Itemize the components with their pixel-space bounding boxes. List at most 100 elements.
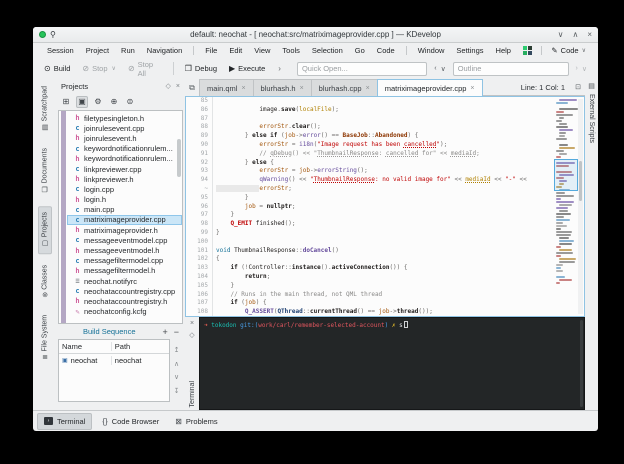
sidebar-tab-file-system[interactable]: ≣File System [39, 310, 51, 365]
header-file-icon: h [74, 267, 81, 275]
editor-scrollbar[interactable] [578, 99, 583, 314]
menu-separator [406, 46, 407, 55]
remove-build-item-button[interactable]: − [174, 327, 179, 337]
classes-icon: ⊚ [42, 292, 48, 300]
document-tab[interactable]: main.qml× [199, 79, 254, 96]
close-tab-icon[interactable]: × [470, 85, 474, 92]
outline-input[interactable] [453, 62, 569, 76]
pencil-icon: ✎ [551, 46, 557, 55]
tree-item[interactable]: cneochataccountregistry.cpp [67, 286, 182, 296]
tree-item[interactable]: clogin.cpp [67, 184, 182, 194]
tree-item[interactable]: hjoinrulesevent.h [67, 133, 182, 143]
projects-panel: Projects ◇ × ⊞ ▣ ⚙ ⊕ ⊜ hfiletypesingleto… [56, 79, 185, 410]
build-sequence-row[interactable]: ▣neochatneochat [59, 354, 169, 367]
menu-navigation[interactable]: Navigation [141, 44, 188, 57]
menu-settings[interactable]: Settings [450, 44, 489, 57]
maximize-button[interactable]: ∧ [572, 30, 578, 39]
add-build-item-button[interactable]: + [162, 327, 167, 337]
close-terminal-icon[interactable]: × [190, 320, 194, 327]
outline-nav-buttons[interactable]: ‹∨ [429, 65, 450, 73]
code-editor[interactable]: 85868788899091929394~9596979899100101102… [185, 96, 585, 317]
tree-item[interactable]: ≡neochat.notifyrc [67, 276, 182, 286]
stop-all-icon: ⊘ [128, 65, 135, 73]
document-tab[interactable]: blurhash.cpp× [311, 79, 378, 96]
move-down-icon[interactable]: ∨ [174, 373, 179, 381]
menu-file[interactable]: File [199, 44, 223, 57]
tree-item[interactable]: ckeywordnotificationrulem... [67, 144, 182, 154]
statusbar-problems[interactable]: ⊠Problems [169, 414, 223, 429]
tree-item[interactable]: cmessageeventmodel.cpp [67, 235, 182, 245]
tree-item[interactable]: cjoinrulesevent.cpp [67, 123, 182, 133]
perspective-button[interactable]: ✎ Code ∨ [547, 45, 590, 56]
menu-window[interactable]: Window [412, 44, 451, 57]
tree-item[interactable]: cmatriximageprovider.cpp [67, 215, 182, 225]
terminal-scrollbar[interactable] [580, 320, 583, 407]
menu-view[interactable]: View [248, 44, 276, 57]
document-tab[interactable]: blurhash.h× [253, 79, 312, 96]
shade-button[interactable]: ∨ [558, 30, 564, 39]
menu-help[interactable]: Help [490, 44, 517, 57]
locate-document-icon[interactable]: ⊕ [108, 96, 120, 108]
external-scripts-icon: ▤ [588, 82, 595, 90]
statusbar-terminal[interactable]: ›Terminal [37, 413, 92, 430]
close-button[interactable]: × [587, 30, 592, 39]
tree-item[interactable]: ✎neochatconfig.kcfg [67, 307, 182, 317]
tree-item[interactable]: hlogin.h [67, 195, 182, 205]
tabbar: ⧉ main.qml×blurhash.h×blurhash.cpp×matri… [185, 79, 585, 96]
tree-item[interactable]: hkeywordnotificationrulem... [67, 154, 182, 164]
close-panel-icon[interactable]: × [176, 83, 180, 90]
tree-item[interactable]: cmessagefiltermodel.cpp [67, 256, 182, 266]
statusbar-code-browser[interactable]: {}Code Browser [96, 414, 165, 429]
sidebar-tab-external-scripts[interactable]: External Scripts [588, 94, 595, 143]
tree-item[interactable]: hmessagefiltermodel.h [67, 266, 182, 276]
close-tab-icon[interactable]: × [241, 85, 245, 92]
tree-item[interactable]: hfiletypesingleton.h [67, 113, 182, 123]
move-bottom-icon[interactable]: ↧ [174, 387, 180, 395]
move-up-icon[interactable]: ∧ [174, 360, 179, 368]
tree-scrollbar[interactable] [177, 139, 181, 177]
titlebar[interactable]: ⚲ default: neochat - [ neochat:src/matri… [33, 27, 598, 43]
minimap-viewport[interactable] [554, 159, 578, 191]
close-tab-icon[interactable]: × [366, 85, 370, 92]
tree-item[interactable]: clinkpreviewer.cpp [67, 164, 182, 174]
menu-selection[interactable]: Selection [306, 44, 349, 57]
header-file-icon: h [74, 247, 81, 255]
document-switcher-icon[interactable]: ⊡ [575, 83, 581, 91]
move-top-icon[interactable]: ↥ [174, 346, 180, 354]
menu-go[interactable]: Go [349, 44, 371, 57]
project-settings-icon[interactable]: ⚙ [92, 96, 104, 108]
tree-item[interactable]: hmatriximageprovider.h [67, 225, 182, 235]
area-switcher-icon[interactable] [523, 46, 532, 55]
tree-item[interactable]: cmain.cpp [67, 205, 182, 215]
toolbar-expand-icon[interactable]: › [272, 64, 287, 73]
close-tab-icon[interactable]: × [300, 85, 304, 92]
menu-project[interactable]: Project [80, 44, 115, 57]
sidebar-tab-projects[interactable]: ▢Projects [38, 206, 52, 254]
menu-run[interactable]: Run [115, 44, 141, 57]
debug-button[interactable]: ❒Debug [180, 62, 222, 75]
detach-terminal-icon[interactable]: ◇ [189, 331, 194, 339]
sidebar-tab-documents[interactable]: ❏Documents [39, 143, 51, 199]
sidebar-tab-classes[interactable]: ⊚Classes [39, 260, 51, 304]
build-button[interactable]: ⊙Build [39, 62, 75, 75]
terminal[interactable]: ➜ tokodon git:(work/carl/remember-select… [199, 317, 585, 410]
header-file-icon: h [74, 175, 81, 183]
float-panel-icon[interactable]: ◇ [166, 82, 171, 90]
split-view-icon[interactable]: ⧉ [185, 79, 199, 96]
menu-tools[interactable]: Tools [276, 44, 306, 57]
show-targets-icon[interactable]: ▣ [76, 96, 88, 108]
sidebar-tab-scratchpad[interactable]: ▤Scratchpad [39, 81, 51, 137]
menu-edit[interactable]: Edit [223, 44, 248, 57]
tree-item[interactable]: hlinkpreviewer.h [67, 174, 182, 184]
tree-item[interactable]: hmessageeventmodel.h [67, 245, 182, 255]
quick-open-input[interactable] [297, 62, 427, 76]
menu-session[interactable]: Session [41, 44, 80, 57]
filter-icon[interactable]: ⊜ [124, 96, 136, 108]
tree-item[interactable]: hneochataccountregistry.h [67, 296, 182, 306]
menu-code[interactable]: Code [371, 44, 401, 57]
header-file-icon: h [74, 297, 81, 305]
execute-button[interactable]: ▶Execute [224, 62, 270, 75]
document-tab[interactable]: matriximageprovider.cpp× [377, 79, 483, 96]
minimap[interactable] [556, 99, 576, 296]
open-project-icon[interactable]: ⊞ [60, 96, 72, 108]
